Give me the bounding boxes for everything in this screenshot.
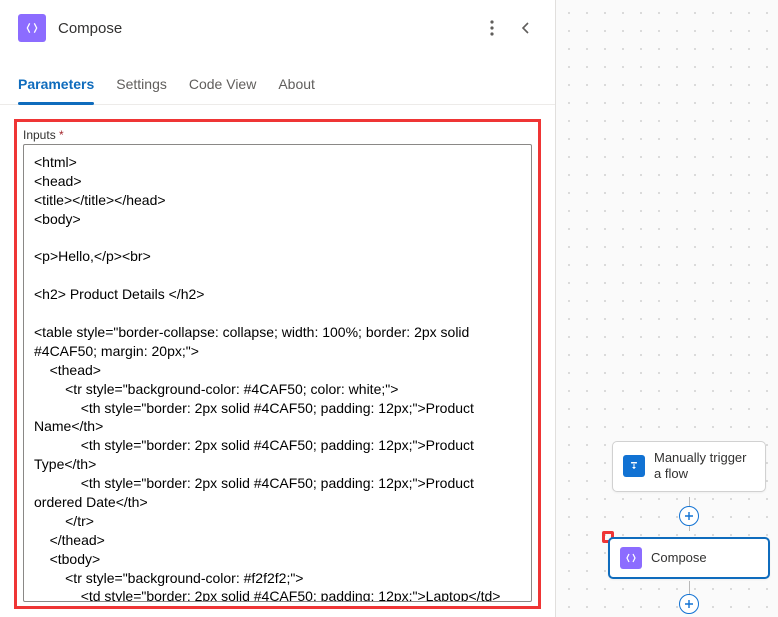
action-config-panel: Compose Parameters Settings Code View Ab… bbox=[0, 0, 555, 617]
inputs-label-text: Inputs bbox=[23, 128, 56, 142]
trigger-node-label: Manually trigger a flow bbox=[654, 450, 755, 483]
tab-parameters[interactable]: Parameters bbox=[18, 66, 94, 104]
tab-code-view[interactable]: Code View bbox=[189, 66, 256, 104]
more-menu-button[interactable] bbox=[481, 17, 503, 39]
add-step-button-1[interactable] bbox=[679, 506, 699, 526]
trigger-node[interactable]: Manually trigger a flow bbox=[612, 441, 766, 492]
tab-bar: Parameters Settings Code View About bbox=[0, 66, 555, 105]
trigger-icon bbox=[623, 455, 645, 477]
compose-node-highlight: Compose bbox=[602, 531, 614, 543]
collapse-panel-button[interactable] bbox=[515, 17, 537, 39]
inputs-highlight: Inputs * bbox=[14, 119, 541, 609]
designer-canvas[interactable]: Manually trigger a flow Compose bbox=[555, 0, 778, 617]
compose-icon bbox=[18, 14, 46, 42]
tab-about[interactable]: About bbox=[278, 66, 315, 104]
inputs-label: Inputs * bbox=[23, 128, 532, 142]
compose-node-label: Compose bbox=[651, 550, 707, 566]
compose-node-icon bbox=[620, 547, 642, 569]
compose-node[interactable]: Compose bbox=[608, 537, 770, 579]
inputs-textarea[interactable] bbox=[23, 144, 532, 602]
panel-header: Compose bbox=[0, 0, 555, 56]
tab-settings[interactable]: Settings bbox=[116, 66, 167, 104]
panel-title: Compose bbox=[58, 20, 469, 37]
required-mark: * bbox=[59, 128, 64, 142]
add-step-button-2[interactable] bbox=[679, 594, 699, 614]
parameters-body: Inputs * bbox=[0, 105, 555, 617]
